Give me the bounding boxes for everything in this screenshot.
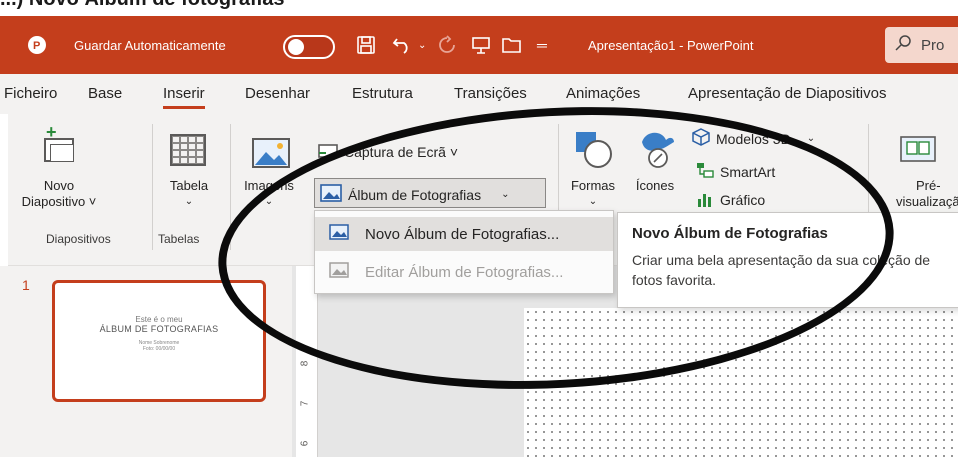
smartart-icon bbox=[696, 162, 714, 181]
group-label-slides: Diapositivos bbox=[46, 232, 111, 246]
table-button[interactable]: Tabela ⌄ bbox=[158, 124, 220, 224]
tab-base[interactable]: Base bbox=[88, 85, 122, 102]
tooltip: Novo Álbum de Fotografias Criar uma bela… bbox=[617, 212, 958, 308]
table-label: Tabela bbox=[169, 178, 209, 193]
photo-album-label: Álbum de Fotografias bbox=[348, 186, 482, 203]
search-icon bbox=[895, 35, 911, 55]
window-title: Apresentação1 - PowerPoint bbox=[588, 37, 754, 53]
open-folder-icon[interactable] bbox=[502, 16, 522, 74]
tooltip-title: Novo Álbum de Fotografias bbox=[632, 225, 828, 242]
group-label-tables: Tabelas bbox=[158, 232, 200, 246]
new-album-icon bbox=[329, 224, 349, 244]
preview-label-2: visualização bbox=[896, 194, 958, 209]
divider bbox=[152, 124, 153, 250]
present-icon[interactable] bbox=[471, 16, 491, 74]
ruler-mark-8: 8 bbox=[299, 360, 311, 367]
tab-desenhar[interactable]: Desenhar bbox=[245, 85, 310, 102]
preview-icon bbox=[900, 136, 936, 166]
tab-ficheiro[interactable]: Ficheiro bbox=[4, 85, 57, 102]
chart-label: Gráfico bbox=[720, 192, 766, 208]
photo-album-menu: Novo Álbum de Fotografias... Editar Álbu… bbox=[314, 210, 614, 294]
autosave-toggle[interactable] bbox=[283, 35, 335, 59]
slide-canvas[interactable] bbox=[524, 308, 958, 457]
icons-label: Ícones bbox=[635, 178, 675, 193]
new-slide-button[interactable]: + Novo Diapositivo ˅ bbox=[14, 123, 104, 224]
ruler-mark-6: 6 bbox=[299, 440, 311, 447]
menu-new-photo-album-label: Novo Álbum de Fotografias... bbox=[365, 225, 560, 243]
ribbon-tabs: Ficheiro Base Inserir Desenhar Estrutura… bbox=[0, 74, 958, 114]
images-dropdown-icon: ⌄ bbox=[264, 196, 274, 207]
screenshot-icon bbox=[318, 142, 338, 161]
shapes-dropdown-icon: ⌄ bbox=[588, 196, 598, 207]
page-caption: ...) Novo Álbum de fotografias bbox=[0, 0, 284, 14]
vertical-ruler: 8 7 6 bbox=[296, 266, 318, 457]
svg-text:P: P bbox=[33, 40, 40, 52]
title-bar: P Guardar Automaticamente ⌄ ═ Apresentaç… bbox=[0, 16, 958, 74]
tab-inserir[interactable]: Inserir bbox=[163, 85, 205, 109]
shapes-label: Formas bbox=[570, 178, 616, 193]
thumb-line-1: Este é o meu bbox=[135, 315, 183, 324]
icons-icon bbox=[636, 128, 676, 174]
3d-models-button[interactable]: Modelos 3D ⌄ bbox=[692, 128, 815, 149]
images-icon bbox=[252, 138, 290, 172]
chart-button[interactable]: Gráfico bbox=[696, 192, 765, 208]
thumb-line-2: ÁLBUM DE FOTOGRAFIAS bbox=[99, 324, 219, 334]
divider bbox=[230, 124, 231, 250]
redo-icon[interactable] bbox=[437, 16, 457, 74]
table-icon bbox=[170, 134, 206, 166]
icons-button[interactable]: Ícones bbox=[624, 124, 686, 224]
divider bbox=[868, 124, 869, 214]
cube-icon bbox=[692, 128, 710, 149]
tab-animacoes[interactable]: Animações bbox=[566, 85, 640, 102]
3d-models-dropdown-icon[interactable]: ⌄ bbox=[807, 133, 815, 144]
menu-new-photo-album[interactable]: Novo Álbum de Fotografias... bbox=[315, 217, 613, 251]
slide-number: 1 bbox=[22, 277, 30, 293]
menu-edit-photo-album-label: Editar Álbum de Fotografias... bbox=[365, 263, 564, 281]
screenshot-label: Captura de Ecrã ˅ bbox=[344, 143, 459, 160]
chart-icon bbox=[696, 192, 714, 208]
new-slide-icon: + bbox=[14, 123, 104, 168]
undo-dropdown-icon[interactable]: ⌄ bbox=[418, 16, 426, 74]
save-icon[interactable] bbox=[356, 16, 376, 74]
edit-album-icon bbox=[329, 262, 349, 282]
preview-button[interactable]: Pré- visualização bbox=[874, 124, 958, 224]
search-box[interactable]: Pro bbox=[885, 27, 958, 63]
tab-estrutura[interactable]: Estrutura bbox=[352, 85, 413, 102]
shapes-icon bbox=[574, 130, 614, 174]
undo-icon[interactable] bbox=[392, 16, 414, 74]
preview-label-1: Pré- bbox=[916, 178, 941, 193]
tab-apresentacao[interactable]: Apresentação de Diapositivos bbox=[688, 85, 886, 102]
ruler-mark-7: 7 bbox=[299, 400, 311, 407]
search-text: Pro bbox=[921, 36, 945, 54]
photo-album-dropdown-icon[interactable]: ⌄ bbox=[501, 189, 509, 200]
divider bbox=[558, 124, 559, 214]
screenshot-button[interactable]: Captura de Ecrã ˅ bbox=[318, 142, 458, 161]
shapes-button[interactable]: Formas ⌄ bbox=[564, 124, 622, 224]
smartart-button[interactable]: SmartArt bbox=[696, 162, 775, 181]
images-button[interactable]: Imagens ⌄ bbox=[234, 124, 304, 224]
images-label: Imagens bbox=[244, 178, 294, 193]
new-slide-label-1: Novo bbox=[43, 178, 75, 193]
3d-models-label: Modelos 3D bbox=[716, 130, 791, 147]
menu-edit-photo-album: Editar Álbum de Fotografias... bbox=[315, 255, 613, 289]
new-slide-label-2: Diapositivo ˅ bbox=[21, 194, 97, 209]
photo-album-row[interactable]: Álbum de Fotografias ⌄ bbox=[320, 184, 509, 205]
table-dropdown-icon: ⌄ bbox=[184, 196, 194, 207]
powerpoint-logo-icon: P bbox=[26, 16, 48, 74]
photo-album-icon bbox=[320, 184, 342, 205]
autosave-label: Guardar Automaticamente bbox=[74, 37, 226, 53]
smartart-label: SmartArt bbox=[720, 163, 776, 180]
thumb-line-4: Foto: 00/00/00 bbox=[142, 346, 176, 352]
tab-transicoes[interactable]: Transições bbox=[454, 85, 527, 102]
slide-thumbnail[interactable]: Este é o meu ÁLBUM DE FOTOGRAFIAS Nome S… bbox=[52, 280, 266, 402]
tooltip-body: Criar uma bela apresentação da sua coleç… bbox=[632, 252, 931, 288]
customize-toolbar-icon[interactable]: ═ bbox=[537, 16, 547, 74]
